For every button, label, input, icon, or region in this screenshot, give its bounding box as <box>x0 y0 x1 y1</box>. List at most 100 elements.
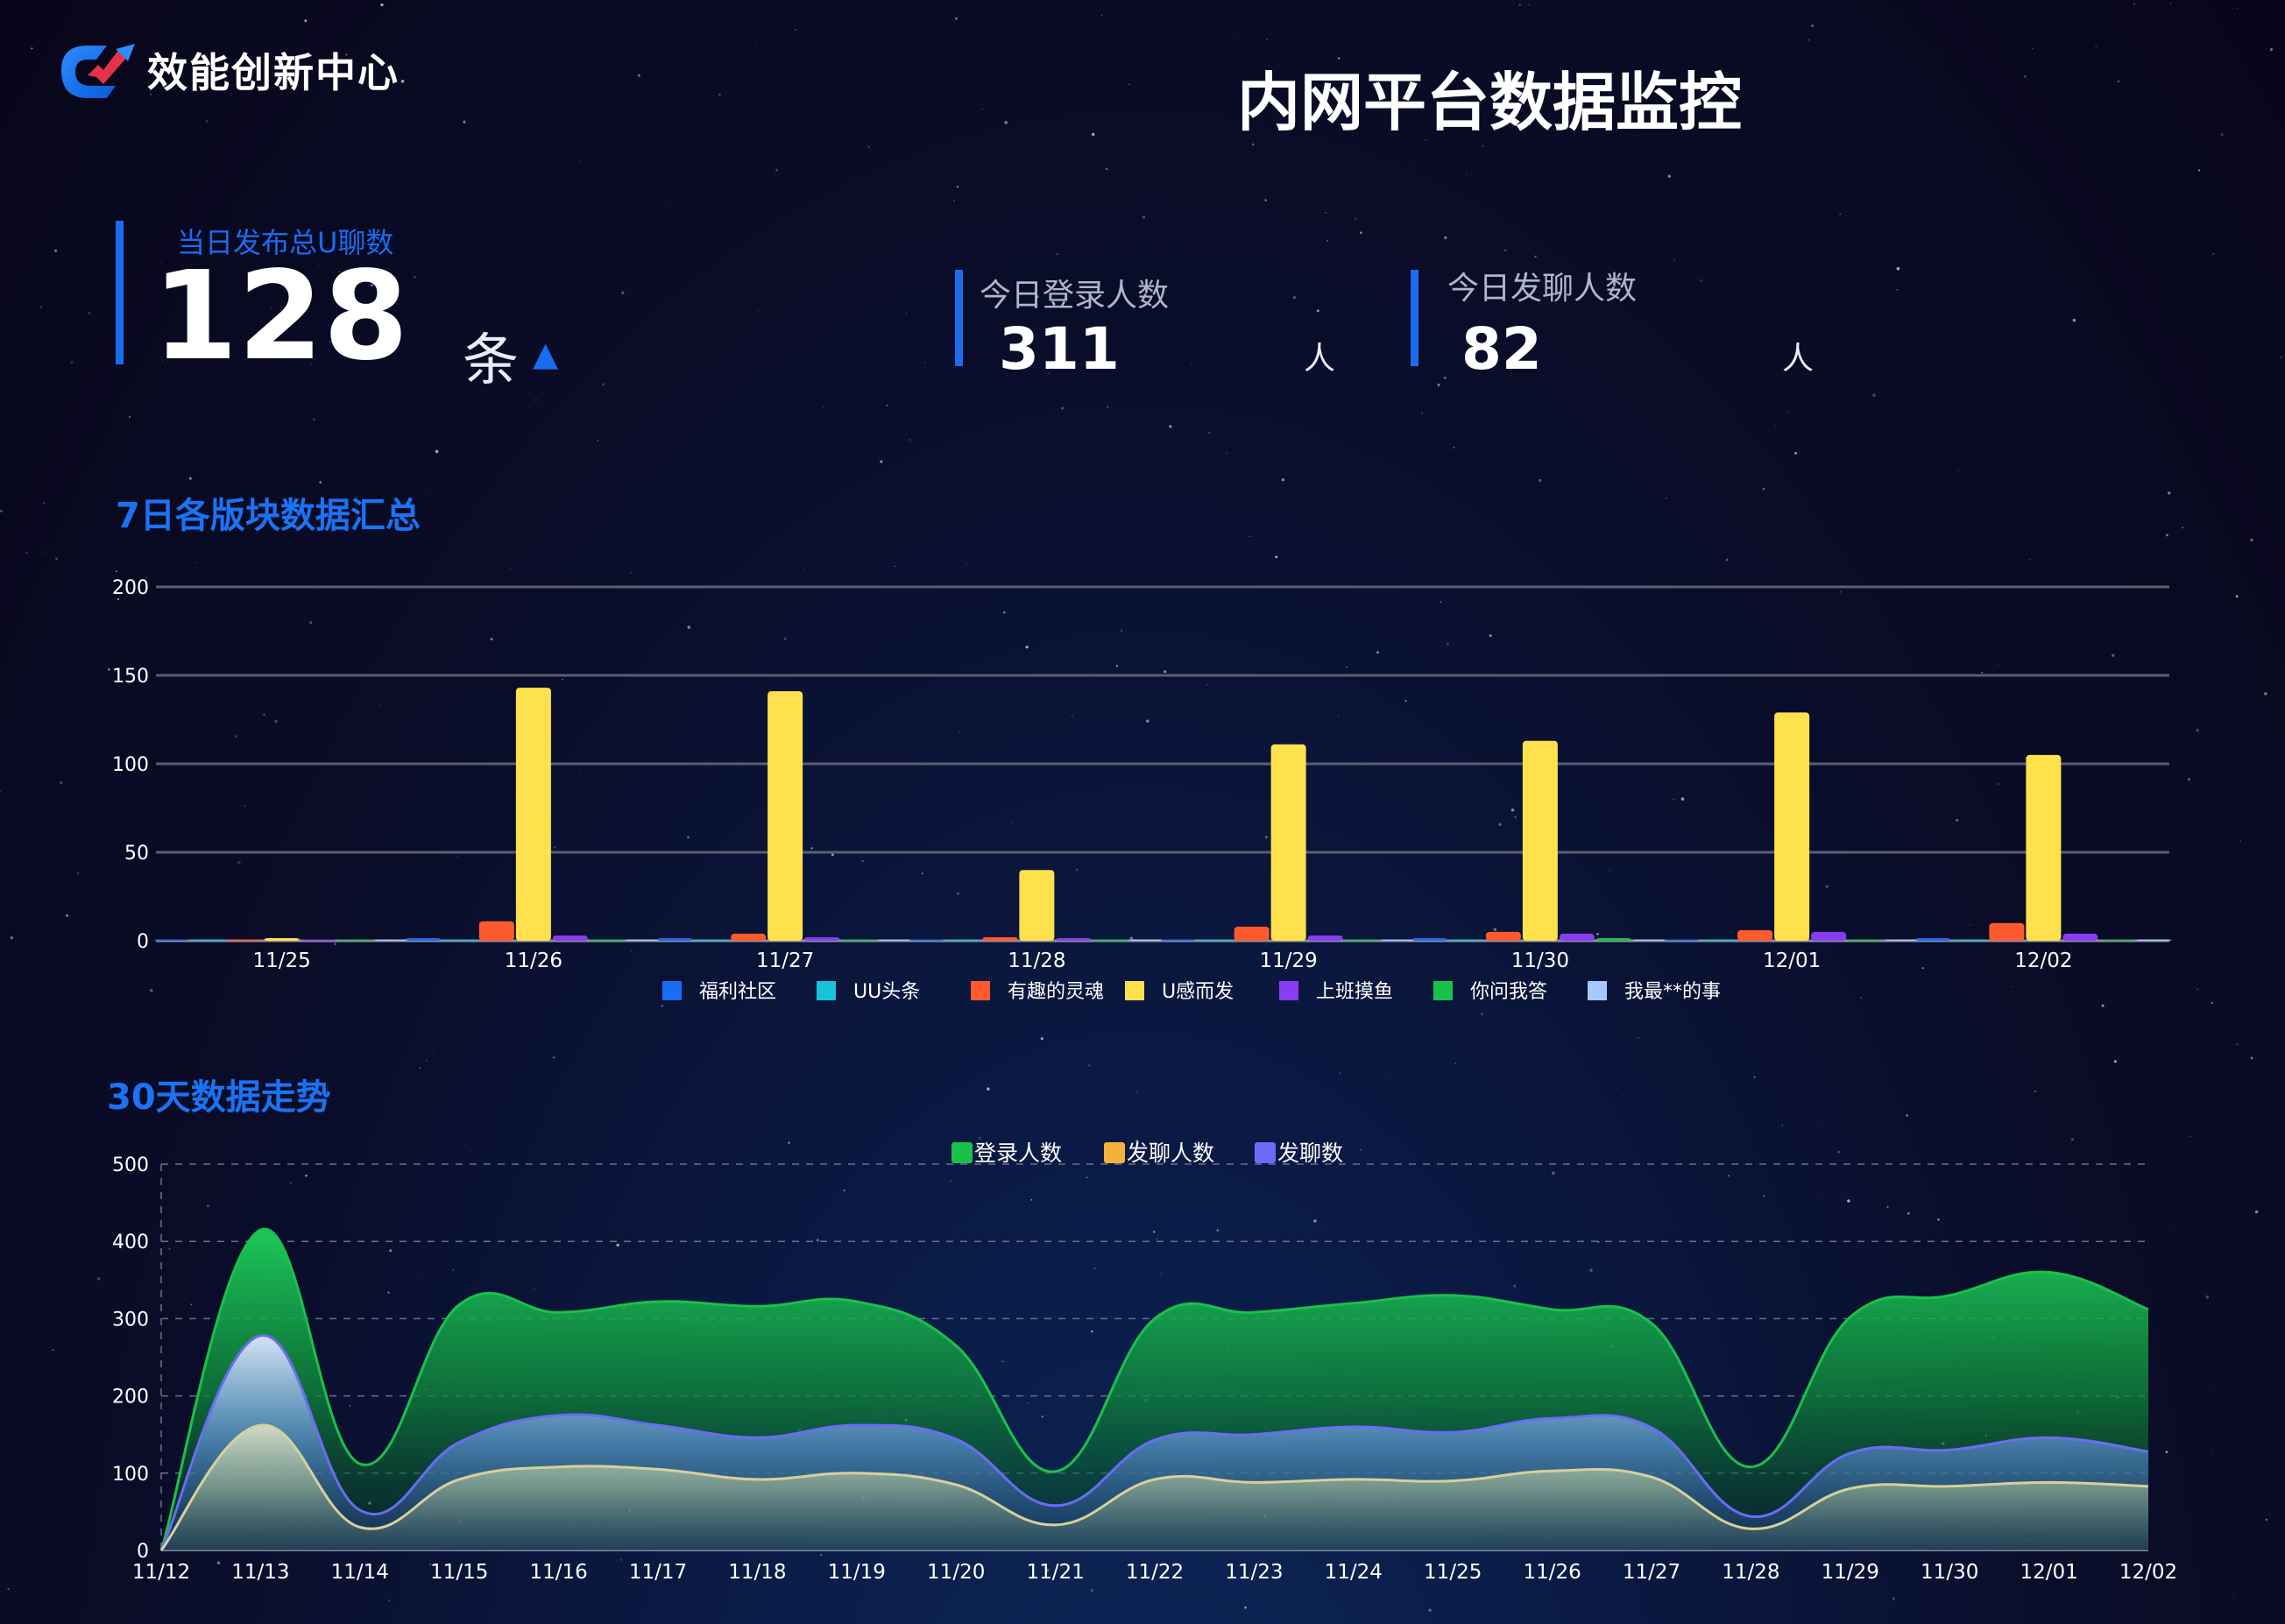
bar <box>1448 939 1484 941</box>
legend-swatch <box>1433 981 1453 1000</box>
x-tick-label: 11/20 <box>927 1561 985 1584</box>
legend-label: 福利社区 <box>699 981 776 1003</box>
legend-label: UU头条 <box>853 981 920 1003</box>
x-tick-label: 12/02 <box>2014 950 2072 972</box>
y-tick-label: 100 <box>112 754 149 776</box>
bar <box>552 935 588 941</box>
bar <box>731 933 767 941</box>
y-tick-label: 0 <box>137 1541 149 1563</box>
bar-chart-body: 0 50 100 150 200 11/25 11/26 11/27 11/28 11/29 11/… <box>112 577 2172 1003</box>
bar <box>878 939 914 941</box>
x-tick-label: 11/22 <box>1126 1561 1184 1584</box>
bar <box>1522 740 1558 941</box>
y-tick-label: 50 <box>124 843 149 865</box>
bar <box>337 939 373 941</box>
bar <box>1160 939 1196 941</box>
x-tick-label: 12/01 <box>1763 950 1821 972</box>
y-tick-label: 100 <box>112 1464 149 1486</box>
bar <box>626 939 661 941</box>
y-tick-label: 300 <box>112 1309 149 1331</box>
legend-swatch <box>662 981 682 1000</box>
legend-swatch <box>1255 1142 1276 1163</box>
x-tick-label: 12/02 <box>2119 1561 2177 1584</box>
bar <box>1129 939 1165 941</box>
bar <box>1411 938 1447 941</box>
bar <box>1270 744 1306 941</box>
y-tick-label: 500 <box>112 1154 149 1176</box>
y-tick-label: 200 <box>112 1387 149 1409</box>
y-tick-label: 200 <box>112 577 149 599</box>
bar <box>1701 939 1737 941</box>
x-tick-label: 11/19 <box>828 1561 886 1584</box>
trend-area-chart: 0 100 200 300 400 500 11/12 11/13 11/14 11/15 11/1… <box>112 1140 2177 1584</box>
bar <box>515 688 551 941</box>
x-tick-label: 11/30 <box>1921 1561 1978 1584</box>
x-tick-label: 11/25 <box>252 950 310 972</box>
bar <box>1019 870 1055 941</box>
x-tick-label: 11/26 <box>1523 1561 1581 1584</box>
legend-label: 上班摸鱼 <box>1316 981 1393 1003</box>
bar <box>1915 938 1951 941</box>
bar <box>589 939 625 941</box>
legend-swatch <box>1125 981 1144 1000</box>
x-tick-label: 11/18 <box>728 1561 786 1584</box>
bar <box>405 938 441 941</box>
bar <box>1344 939 1380 941</box>
bar <box>1952 939 1988 941</box>
legend-swatch <box>1279 981 1298 1000</box>
bar <box>1559 933 1595 941</box>
bar <box>657 938 693 941</box>
bar <box>2026 754 2062 941</box>
bar <box>1664 939 1700 941</box>
bar <box>1774 712 1810 941</box>
bar <box>301 939 336 941</box>
legend-label: U感而发 <box>1162 981 1234 1003</box>
x-tick-label: 11/28 <box>1008 950 1065 972</box>
bar <box>945 939 981 941</box>
weekly-bar-chart: 0 50 100 150 200 11/25 11/26 11/27 11/28 11/29 11/… <box>112 577 2177 1584</box>
y-tick-label: 150 <box>112 666 149 688</box>
bar <box>909 939 944 941</box>
x-tick-label: 11/15 <box>430 1561 488 1584</box>
bar <box>227 939 263 941</box>
bar <box>1632 939 1668 941</box>
x-tick-label: 12/01 <box>2020 1561 2077 1584</box>
bar <box>478 921 514 941</box>
bar <box>1197 939 1233 941</box>
bar <box>1989 922 2025 941</box>
x-tick-label: 11/17 <box>629 1561 687 1584</box>
legend-label: 发聊人数 <box>1127 1140 1214 1166</box>
legend-label: 登录人数 <box>974 1140 1062 1166</box>
bar <box>1381 939 1417 941</box>
x-tick-label: 11/26 <box>505 950 562 972</box>
legend-swatch <box>817 981 836 1000</box>
x-tick-label: 11/30 <box>1511 950 1569 972</box>
bar <box>1485 931 1521 941</box>
x-tick-label: 11/12 <box>132 1561 190 1584</box>
bar <box>1811 931 1847 941</box>
bar <box>1234 926 1270 941</box>
legend-swatch <box>1588 981 1607 1000</box>
x-tick-label: 11/21 <box>1026 1561 1084 1584</box>
x-tick-label: 11/24 <box>1325 1561 1383 1584</box>
x-tick-label: 11/16 <box>529 1561 587 1584</box>
bar <box>1885 939 1921 941</box>
bar <box>804 936 840 941</box>
legend-swatch <box>971 981 990 1000</box>
legend-label: 我最**的事 <box>1624 981 1721 1003</box>
bar <box>1056 938 1092 941</box>
x-tick-label: 11/25 <box>1424 1561 1482 1584</box>
legend-label: 你问我答 <box>1470 981 1547 1003</box>
bar <box>1307 935 1343 941</box>
x-tick-label: 11/27 <box>756 950 814 972</box>
bar <box>2136 939 2172 941</box>
bar <box>153 939 189 941</box>
legend-swatch <box>1104 1142 1125 1163</box>
x-tick-label: 11/28 <box>1722 1561 1779 1584</box>
bar <box>694 939 730 941</box>
bar <box>2062 933 2098 941</box>
x-tick-label: 11/27 <box>1623 1561 1680 1584</box>
bar <box>1737 929 1773 941</box>
y-tick-label: 0 <box>137 931 149 953</box>
x-tick-label: 11/23 <box>1225 1561 1283 1584</box>
